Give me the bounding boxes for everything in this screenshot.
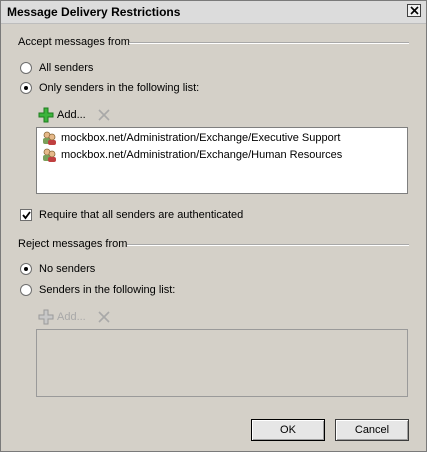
only-senders-label[interactable]: Only senders in the following list: bbox=[39, 82, 199, 94]
message-delivery-restrictions-dialog: Message Delivery Restrictions Accept mes… bbox=[0, 0, 427, 452]
add-icon bbox=[38, 107, 54, 123]
cancel-button[interactable]: Cancel bbox=[335, 419, 409, 441]
accept-group-divider bbox=[129, 42, 409, 44]
accept-add-label: Add... bbox=[57, 109, 86, 121]
no-senders-label[interactable]: No senders bbox=[39, 263, 95, 275]
reject-remove-button[interactable] bbox=[97, 309, 111, 325]
accept-add-button[interactable]: Add... bbox=[38, 107, 86, 123]
ok-button[interactable]: OK bbox=[251, 419, 325, 441]
close-button[interactable] bbox=[407, 4, 421, 17]
title-bar: Message Delivery Restrictions bbox=[1, 1, 426, 24]
all-senders-radio[interactable] bbox=[20, 62, 32, 74]
require-auth-label[interactable]: Require that all senders are authenticat… bbox=[39, 209, 243, 221]
accept-group-heading: Accept messages from bbox=[18, 36, 130, 48]
close-icon bbox=[410, 6, 419, 15]
list-item[interactable]: mockbox.net/Administration/Exchange/Exec… bbox=[41, 130, 340, 146]
list-item-label: mockbox.net/Administration/Exchange/Exec… bbox=[61, 132, 341, 144]
accept-remove-button[interactable] bbox=[97, 107, 111, 123]
checkmark-icon bbox=[22, 211, 31, 220]
require-auth-checkbox[interactable] bbox=[20, 209, 32, 221]
remove-icon bbox=[98, 311, 110, 323]
remove-icon bbox=[98, 109, 110, 121]
reject-senders-list-radio[interactable] bbox=[20, 284, 32, 296]
reject-senders-list-label[interactable]: Senders in the following list: bbox=[39, 284, 175, 296]
reject-group-divider bbox=[127, 244, 409, 246]
only-senders-radio[interactable] bbox=[20, 82, 32, 94]
accept-senders-list[interactable]: mockbox.net/Administration/Exchange/Exec… bbox=[36, 127, 408, 194]
reject-group-heading: Reject messages from bbox=[18, 238, 128, 250]
window-title: Message Delivery Restrictions bbox=[7, 5, 181, 19]
list-item[interactable]: mockbox.net/Administration/Exchange/Huma… bbox=[41, 147, 342, 163]
all-senders-label[interactable]: All senders bbox=[39, 62, 93, 74]
no-senders-radio[interactable] bbox=[20, 263, 32, 275]
reject-add-button[interactable]: Add... bbox=[38, 309, 86, 325]
add-icon bbox=[38, 309, 54, 325]
reject-senders-list[interactable] bbox=[36, 329, 408, 397]
reject-add-label: Add... bbox=[57, 311, 86, 323]
group-icon bbox=[43, 131, 56, 145]
list-item-label: mockbox.net/Administration/Exchange/Huma… bbox=[61, 149, 343, 161]
group-icon bbox=[43, 148, 56, 162]
